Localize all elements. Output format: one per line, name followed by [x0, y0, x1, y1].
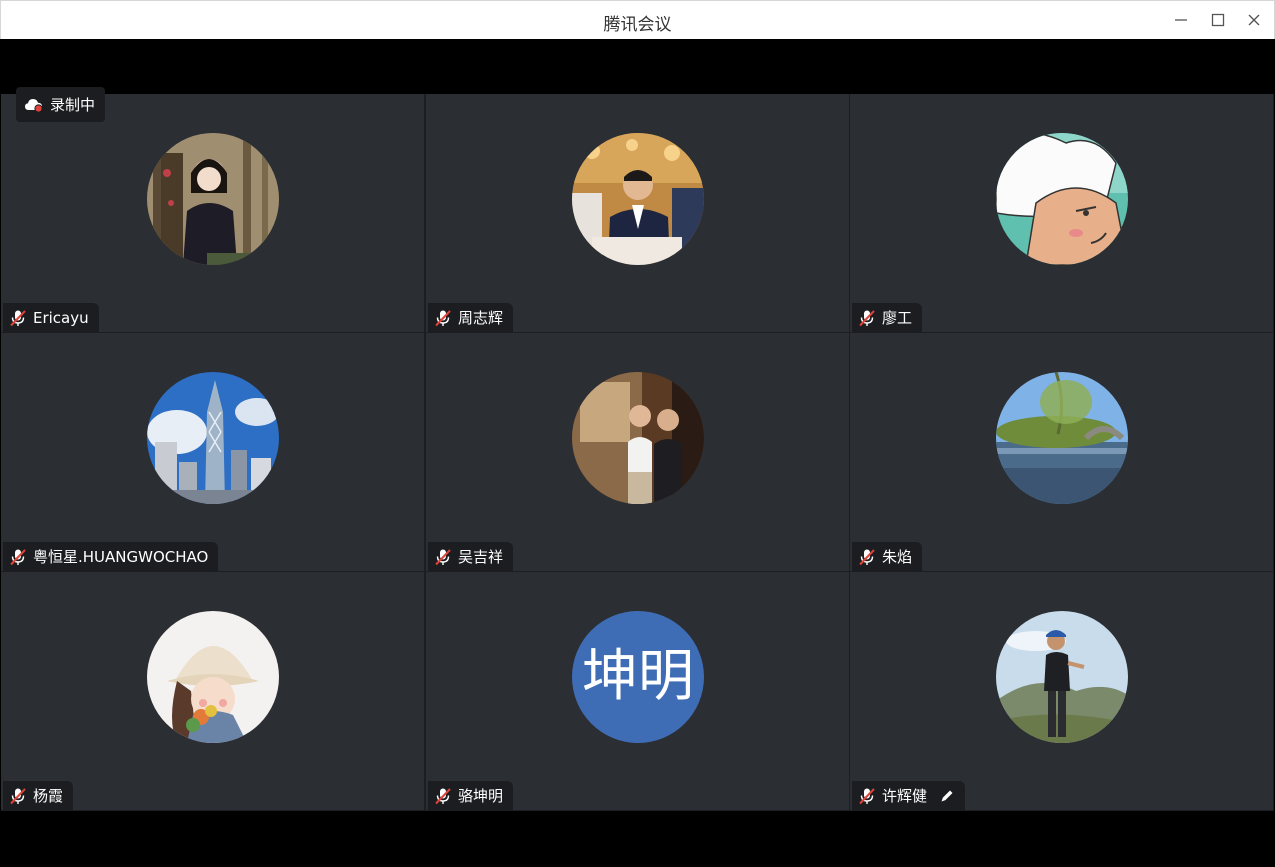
- pencil-icon: [941, 790, 953, 801]
- maximize-icon: [1211, 13, 1225, 27]
- recording-badge[interactable]: 录制中: [16, 87, 106, 122]
- avatar: [572, 372, 704, 504]
- participant-name: 廖工: [882, 309, 913, 327]
- participant-tile[interactable]: 杨霞: [1, 572, 424, 810]
- photo-man-suit-conference-avatar: [572, 133, 704, 265]
- mic-muted-icon: [10, 787, 26, 804]
- name-tag: 廖工: [852, 303, 923, 332]
- participant-tile[interactable]: 坤明 骆坤明: [426, 572, 849, 810]
- name-tag: 朱焰: [852, 542, 923, 571]
- participant-tile[interactable]: 粤恒星.HUANGWOCHAO: [1, 333, 424, 571]
- participant-name: 骆坤明: [458, 787, 504, 805]
- participant-name: 粤恒星.HUANGWOCHAO: [33, 548, 209, 566]
- participant-name: 吴吉祥: [458, 548, 504, 566]
- participant-name: 杨霞: [33, 787, 64, 805]
- close-icon: [1248, 14, 1260, 26]
- mic-muted-icon: [10, 309, 26, 326]
- participant-tile[interactable]: 周志辉: [426, 94, 849, 332]
- window-title: 腾讯会议: [603, 15, 672, 35]
- photo-woman-trees-avatar: [147, 133, 279, 265]
- cartoon-white-hair-avatar: [996, 133, 1128, 265]
- photo-skyscraper-avatar: [147, 372, 279, 504]
- photo-two-men-avatar: [572, 372, 704, 504]
- minimize-icon: [1175, 19, 1187, 21]
- mic-muted-icon: [859, 787, 875, 804]
- mic-muted-icon: [435, 787, 451, 804]
- avatar: [996, 372, 1128, 504]
- photo-lake-bridge-avatar: [996, 372, 1128, 504]
- avatar-initials: 坤明: [572, 611, 704, 743]
- avatar: [147, 133, 279, 265]
- participant-tile[interactable]: 廖工: [850, 94, 1273, 332]
- participant-tile[interactable]: 吴吉祥: [426, 333, 849, 571]
- mic-muted-icon: [435, 548, 451, 565]
- participant-tile[interactable]: 朱焰: [850, 333, 1273, 571]
- name-tag: Ericayu: [3, 303, 99, 332]
- mic-muted-icon: [435, 309, 451, 326]
- cartoon-girl-hat-avatar: [147, 611, 279, 743]
- cloud-record-icon: [25, 98, 43, 113]
- avatar: [147, 372, 279, 504]
- mic-muted-icon: [859, 548, 875, 565]
- avatar: [572, 133, 704, 265]
- participant-name: 朱焰: [882, 548, 913, 566]
- title-bar: 腾讯会议: [0, 0, 1275, 39]
- avatar: 坤明: [572, 611, 704, 743]
- photo-man-hillside-avatar: [996, 611, 1128, 743]
- participant-tile[interactable]: 许辉健: [850, 572, 1273, 810]
- participant-name: Ericayu: [33, 308, 89, 327]
- recording-label: 录制中: [50, 96, 96, 114]
- name-tag: 杨霞: [3, 781, 74, 810]
- participant-grid: Ericayu 周志辉 廖工 粤恒星.HUANGWOCHAO 吴吉祥 朱焰 杨霞…: [1, 94, 1274, 811]
- maximize-button[interactable]: [1207, 9, 1229, 31]
- minimize-button[interactable]: [1170, 9, 1192, 31]
- name-tag: 吴吉祥: [428, 542, 514, 571]
- mic-muted-icon: [10, 548, 26, 565]
- close-button[interactable]: [1243, 9, 1265, 31]
- participant-tile[interactable]: Ericayu: [1, 94, 424, 332]
- name-tag: 粤恒星.HUANGWOCHAO: [3, 542, 219, 571]
- avatar: [996, 133, 1128, 265]
- name-tag: 骆坤明: [428, 781, 514, 810]
- avatar: [996, 611, 1128, 743]
- mic-muted-icon: [859, 309, 875, 326]
- avatar: [147, 611, 279, 743]
- name-tag: 周志辉: [428, 303, 514, 332]
- participant-name: 许辉健: [882, 787, 928, 805]
- name-tag: 许辉健: [852, 781, 966, 810]
- participant-name: 周志辉: [458, 309, 504, 327]
